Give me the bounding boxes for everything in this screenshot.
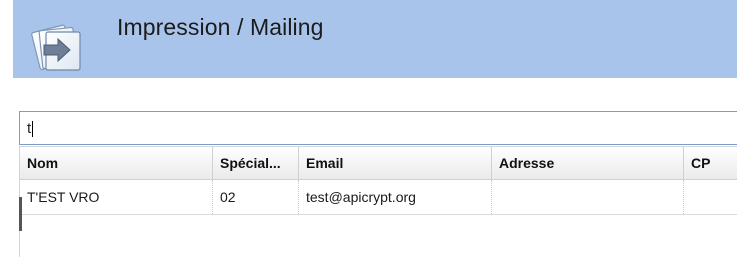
column-header-email[interactable]: Email <box>299 147 492 179</box>
documents-arrow-icon <box>28 19 88 77</box>
cell-email: test@apicrypt.org <box>299 180 492 214</box>
search-value: t <box>27 120 34 137</box>
page-title: Impression / Mailing <box>117 14 324 40</box>
mailing-window: Impression / Mailing t Nom Spécial... Em… <box>0 0 737 257</box>
column-header-cp[interactable]: CP <box>684 147 737 179</box>
results-grid: Nom Spécial... Email Adresse CP T'EST VR… <box>19 146 737 257</box>
cell-cp <box>684 180 737 214</box>
grid-header: Nom Spécial... Email Adresse CP <box>20 146 737 180</box>
table-row[interactable]: T'EST VRO 02 test@apicrypt.org <box>20 180 737 215</box>
text-caret <box>32 120 34 137</box>
header-bar: Impression / Mailing <box>13 0 737 78</box>
cell-specialite: 02 <box>213 180 299 214</box>
column-header-nom[interactable]: Nom <box>20 147 213 179</box>
left-edge <box>0 0 13 257</box>
search-text: t <box>27 120 32 137</box>
row-selector-handle <box>19 197 22 231</box>
column-header-specialite[interactable]: Spécial... <box>213 147 299 179</box>
cell-nom: T'EST VRO <box>20 180 213 214</box>
cell-adresse <box>492 180 684 214</box>
column-header-adresse[interactable]: Adresse <box>492 147 684 179</box>
search-input[interactable]: t <box>19 111 737 145</box>
